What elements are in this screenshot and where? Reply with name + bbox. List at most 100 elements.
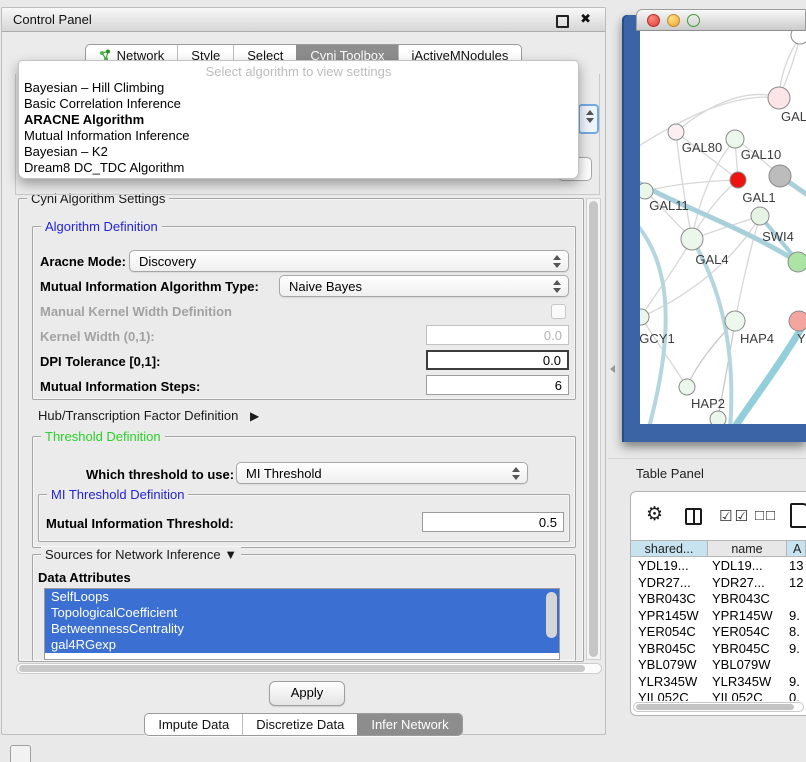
deselect-all-rows-icon[interactable]: □□: [755, 507, 777, 524]
table-cell: YIL052C: [708, 690, 787, 701]
panel-divider-handle-icon[interactable]: [610, 365, 615, 373]
tab-discretize-data[interactable]: Discretize Data: [242, 714, 357, 735]
network-node-GAL80[interactable]: [668, 124, 684, 140]
table-row[interactable]: YBR043CYBR043C: [631, 591, 806, 608]
network-node-gal-pink[interactable]: [768, 87, 790, 109]
node-label-salmon-right: Y: [797, 331, 806, 346]
table-panel-title: Table Panel: [636, 466, 704, 481]
network-node-HAP2[interactable]: [679, 379, 695, 395]
minimize-traffic-light-icon[interactable]: [667, 14, 680, 27]
network-node-GAL1[interactable]: [751, 207, 769, 225]
table-panel-divider: [608, 458, 806, 459]
network-node-bottom-node[interactable]: [710, 411, 726, 424]
network-node-edge-node-top[interactable]: [791, 31, 806, 44]
node-label-HAP4: HAP4: [740, 331, 774, 346]
scrollbar-thumb[interactable]: [589, 201, 598, 657]
dpi-tolerance-field[interactable]: 0.0: [426, 350, 569, 370]
aracne-mode-select[interactable]: Discovery: [129, 250, 569, 272]
network-edge[interactable]: [676, 95, 779, 132]
node-label-GAL10: GAL10: [741, 147, 781, 162]
close-traffic-light-icon[interactable]: [647, 14, 660, 27]
table-row[interactable]: YPR145WYPR145W9.: [631, 608, 806, 625]
manual-kernel-label: Manual Kernel Width Definition: [40, 304, 232, 319]
table-cell: 8.: [787, 624, 806, 641]
settings-vertical-scrollbar[interactable]: [586, 198, 601, 660]
table-row[interactable]: YER054CYER054C8.: [631, 624, 806, 641]
close-icon[interactable]: ✖: [580, 11, 591, 27]
algorithm-option[interactable]: Dream8 DC_TDC Algorithm: [19, 160, 578, 176]
table-row[interactable]: YBR045CYBR045C9.: [631, 641, 806, 658]
table-cell: YDL19...: [708, 558, 787, 575]
network-graph[interactable]: GALGAL80GAL10GAL11GAL1GAL4GCY1HAP4YHAP2S…: [640, 31, 806, 424]
mi-steps-label: Mutual Information Steps:: [40, 379, 200, 394]
attribute-list-item[interactable]: SelfLoops: [45, 589, 559, 605]
column-header-shared-name[interactable]: shared...: [631, 540, 708, 557]
network-node-salmon-right[interactable]: [789, 311, 806, 331]
which-threshold-select[interactable]: MI Threshold: [236, 462, 528, 484]
control-panel-title: Control Panel: [13, 12, 92, 27]
network-canvas[interactable]: GALGAL80GAL10GAL11GAL1GAL4GCY1HAP4YHAP2S…: [640, 31, 806, 424]
data-attributes-list[interactable]: SelfLoopsTopologicalCoefficientBetweenne…: [44, 588, 560, 660]
combo-arrows-icon: [512, 467, 520, 480]
node-label-GAL1: GAL1: [742, 190, 775, 205]
settings-horizontal-scrollbar[interactable]: [16, 663, 602, 674]
column-visibility-icon[interactable]: [685, 508, 702, 525]
table-row[interactable]: YDR27...YDR27...12: [631, 575, 806, 592]
table-row[interactable]: YBL079WYBL079W: [631, 657, 806, 674]
table-cell: 9.: [787, 608, 806, 625]
function-builder-icon[interactable]: [790, 503, 806, 528]
kernel-width-field[interactable]: 0.0: [426, 325, 569, 345]
network-node-green-right[interactable]: [788, 252, 806, 272]
column-header-clipped[interactable]: A: [787, 540, 806, 557]
algorithm-definition-title: Algorithm Definition: [41, 219, 162, 234]
attribute-list-item[interactable]: BetweennessCentrality: [45, 621, 559, 637]
zoom-traffic-light-icon[interactable]: [687, 14, 700, 27]
table-row[interactable]: YLR345WYLR345W9.: [631, 674, 806, 691]
hub-definition-expander[interactable]: Hub/Transcription Factor Definition ▶: [38, 408, 259, 423]
apply-button[interactable]: Apply: [269, 681, 345, 706]
node-table-body[interactable]: YDL19...YDL19...13YDR27...YDR27...12YBR0…: [631, 558, 806, 701]
network-window-titlebar[interactable]: [636, 9, 806, 31]
network-edge[interactable]: [645, 180, 738, 191]
hidden-combo-focus-button[interactable]: [578, 104, 599, 134]
table-cell: YPR145W: [631, 608, 708, 625]
table-row[interactable]: YDL19...YDL19...13: [631, 558, 806, 575]
table-horizontal-scrollbar[interactable]: [633, 702, 804, 712]
tab-infer-network[interactable]: Infer Network: [357, 714, 461, 735]
algorithm-option[interactable]: Bayesian – K2: [19, 144, 578, 160]
algorithm-option[interactable]: Basic Correlation Inference: [19, 96, 578, 112]
column-header-name[interactable]: name: [708, 540, 787, 557]
scrollbar-thumb[interactable]: [636, 704, 794, 710]
network-node-GCY1[interactable]: [640, 309, 649, 325]
list-scrollbar-thumb[interactable]: [546, 592, 557, 638]
algorithm-option[interactable]: ARACNE Algorithm: [19, 112, 578, 128]
sources-group-title[interactable]: Sources for Network Inference ▼: [41, 547, 241, 562]
algorithm-option[interactable]: Bayesian – Hill Climbing: [19, 80, 578, 96]
network-node-GAL4[interactable]: [681, 228, 703, 250]
network-node-red-node[interactable]: [730, 172, 746, 188]
scrollbar-thumb[interactable]: [19, 665, 585, 672]
network-node-GAL10[interactable]: [726, 130, 744, 148]
mi-type-select[interactable]: Naive Bayes: [279, 275, 569, 297]
attribute-list-item[interactable]: TopologicalCoefficient: [45, 605, 559, 621]
table-settings-gear-icon[interactable]: ⚙: [646, 504, 663, 526]
table-row[interactable]: YIL052CYIL052C0.: [631, 690, 806, 701]
attribute-list-item[interactable]: gal4RGexp: [45, 637, 559, 653]
algorithm-option[interactable]: Mutual Information Inference: [19, 128, 578, 144]
network-node-GAL11[interactable]: [640, 183, 653, 199]
network-node-HAP4[interactable]: [725, 311, 745, 331]
mi-steps-field[interactable]: 6: [426, 375, 569, 395]
manual-kernel-checkbox[interactable]: [551, 304, 566, 319]
tab-label: Infer Network: [371, 714, 448, 735]
table-cell: 9.: [787, 674, 806, 691]
network-node-gray-node[interactable]: [769, 165, 791, 187]
mi-threshold-group-title: MI Threshold Definition: [47, 487, 188, 502]
tab-impute-data[interactable]: Impute Data: [145, 714, 242, 735]
select-all-rows-icon[interactable]: ☑☑: [719, 507, 750, 525]
table-cell: YLR345W: [708, 674, 787, 691]
mi-threshold-field[interactable]: 0.5: [422, 512, 564, 532]
minimized-window-icon[interactable]: [10, 745, 31, 762]
float-window-icon[interactable]: [556, 15, 569, 28]
combo-arrows-icon: [586, 110, 594, 123]
table-cell: YBR045C: [708, 641, 787, 658]
